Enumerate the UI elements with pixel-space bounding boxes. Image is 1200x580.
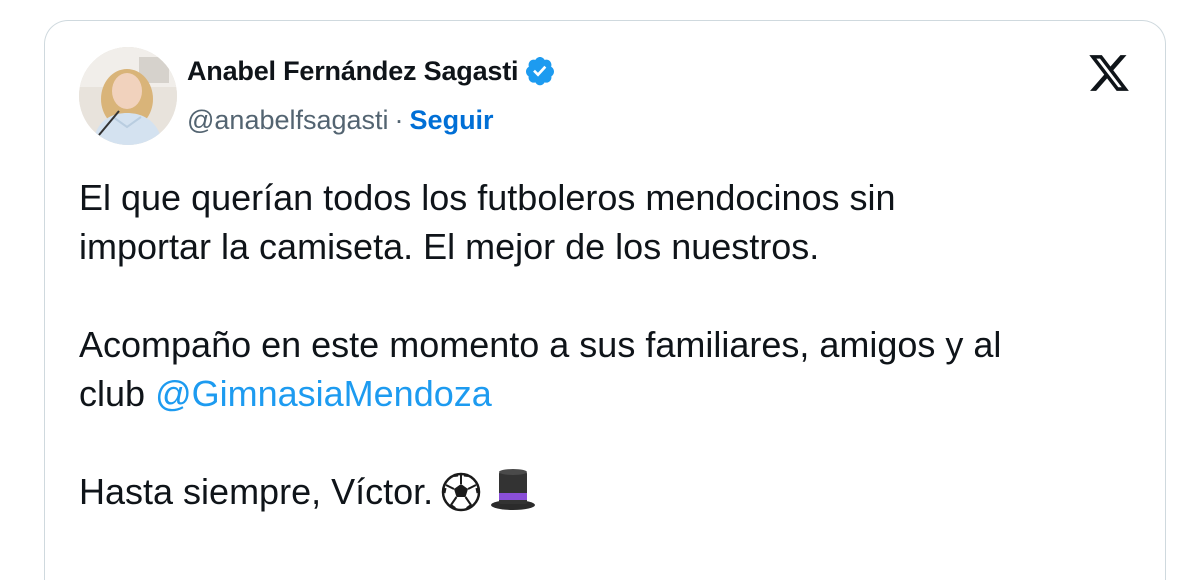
tweet-line: Hasta siempre, Víctor.	[79, 467, 1139, 524]
tweet-text: El que querían todos los futboleros mend…	[79, 173, 1139, 524]
tweet-line: El que querían todos los futboleros mend…	[79, 177, 896, 218]
author-line: Anabel Fernández Sagasti	[187, 55, 556, 87]
tweet-line: importar la camiseta. El mejor de los nu…	[79, 226, 820, 267]
tweet-card[interactable]: Anabel Fernández Sagasti @anabelfsagasti…	[44, 20, 1166, 580]
tweet-line: Acompaño en este momento a sus familiare…	[79, 324, 1002, 365]
avatar[interactable]	[79, 47, 177, 145]
author-name[interactable]: Anabel Fernández Sagasti	[187, 56, 518, 87]
author-handle[interactable]: @anabelfsagasti	[187, 105, 389, 136]
verified-badge-icon	[524, 55, 556, 87]
tweet-line: club @GimnasiaMendoza	[79, 369, 1139, 418]
soccer-ball-icon	[441, 472, 481, 524]
separator-dot: ·	[394, 105, 404, 135]
x-logo-icon[interactable]	[1087, 51, 1131, 95]
avatar-photo	[79, 47, 177, 145]
mention-link[interactable]: @GimnasiaMendoza	[155, 373, 492, 414]
tweet-text-fragment: Hasta siempre, Víctor.	[79, 471, 434, 512]
top-hat-icon	[489, 468, 537, 524]
handle-row: @anabelfsagasti · Seguir	[187, 105, 494, 136]
tweet-text-fragment: club	[79, 373, 146, 414]
follow-button[interactable]: Seguir	[410, 105, 494, 136]
